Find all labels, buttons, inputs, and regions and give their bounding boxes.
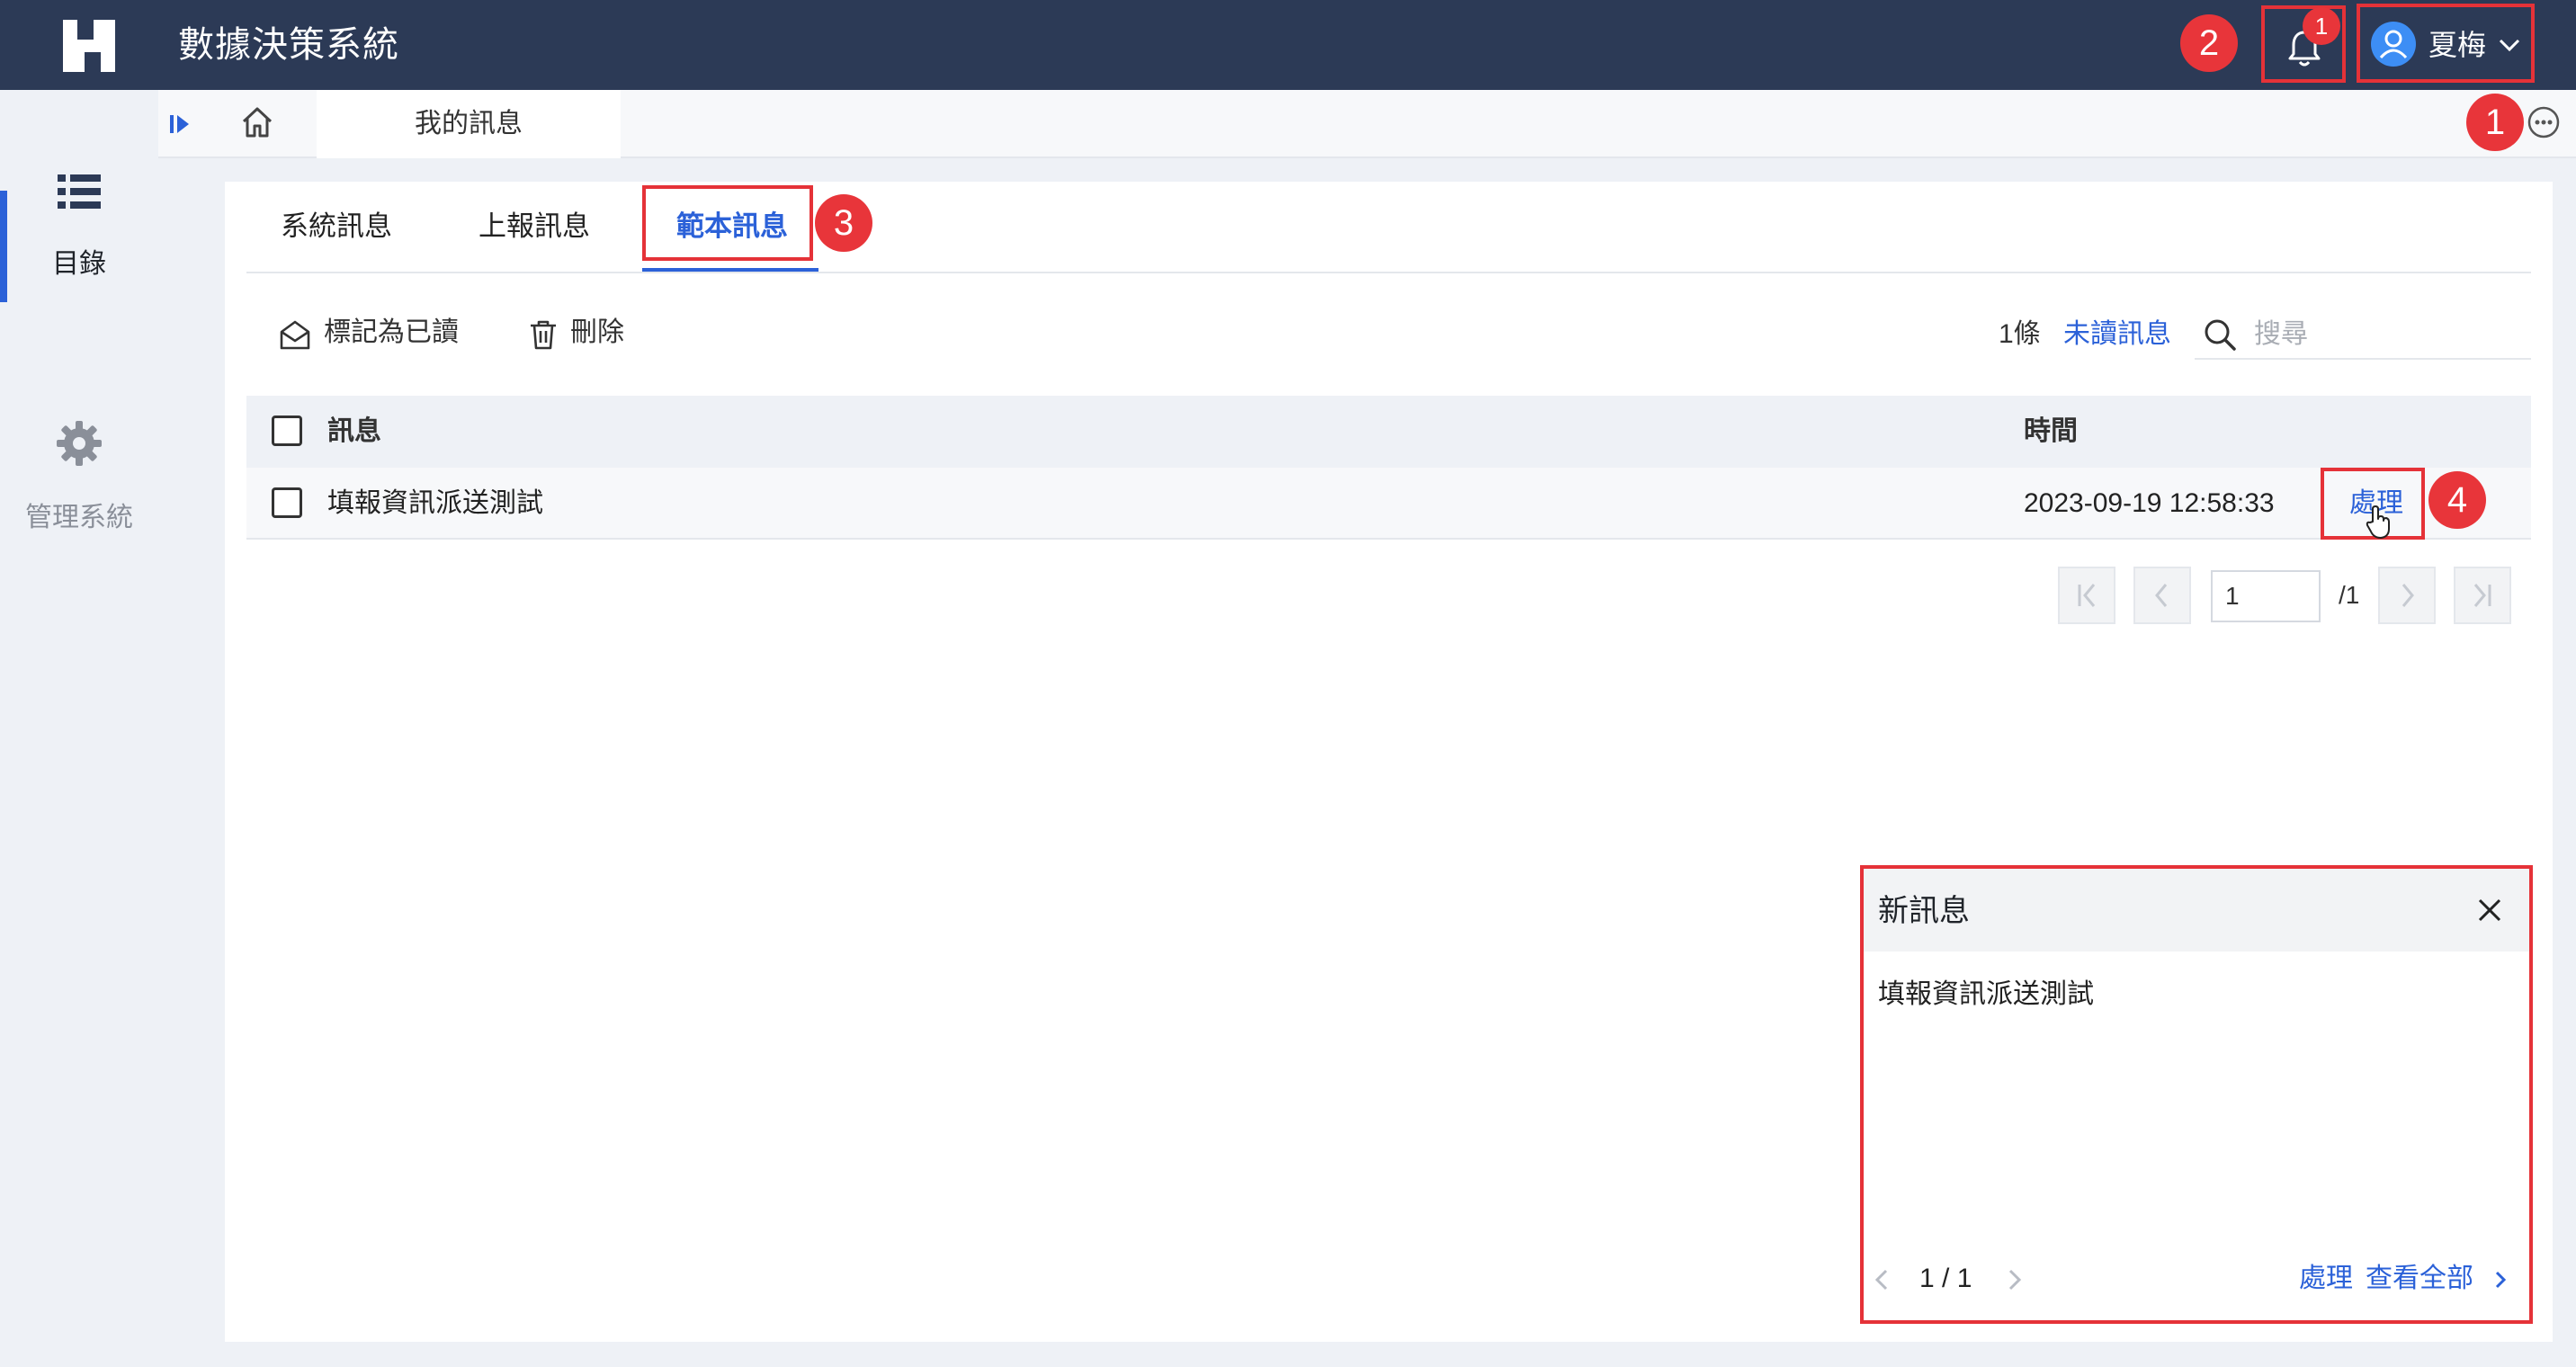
prev-page-button[interactable] [2133,567,2191,624]
close-icon[interactable] [2475,896,2504,925]
table-header [246,396,2531,468]
chevron-left-icon [2155,584,2168,607]
unread-filter-link[interactable]: 未讀訊息 [2063,315,2171,354]
tab-report-messages[interactable]: 上報訊息 [479,203,590,250]
annotation-frame-tab [642,185,813,261]
row-message[interactable]: 填報資訊派送測試 [327,486,543,522]
trash-icon [531,320,556,350]
search-icon [2205,319,2236,351]
delete-button[interactable]: 刪除 [570,311,624,354]
user-name: 夏梅 [2428,29,2487,61]
user-icon [2379,30,2408,59]
mark-read-button[interactable]: 標記為已讀 [324,311,459,354]
tab-system-messages[interactable]: 系統訊息 [281,203,392,250]
last-page-button[interactable] [2454,567,2511,624]
popup-title: 新訊息 [1878,894,1970,928]
annotation-badge-2: 2 [2180,14,2238,72]
popup-process-button[interactable]: 處理 [2299,1261,2353,1297]
annotation-badge-4: 4 [2428,471,2486,529]
app-logo[interactable] [58,16,121,76]
avatar [2371,22,2416,67]
expand-sidebar-icon[interactable] [167,110,196,138]
search-placeholder: 搜尋 [2254,319,2308,349]
popup-page-indicator: 1 / 1 [1919,1264,1972,1293]
chevron-right-icon[interactable] [2000,1266,2027,1293]
sidebar-item-label: 管理系統 [25,503,133,532]
first-page-button[interactable] [2058,567,2115,624]
select-all-checkbox[interactable] [272,415,302,446]
first-page-icon [2078,584,2096,607]
sidebar-item-catalog[interactable]: 目錄 [0,171,158,282]
chevron-left-icon[interactable] [1869,1266,1896,1293]
hand-cursor-icon [2366,505,2390,539]
annotation-badge-1: 1 [2466,94,2524,151]
column-header-message: 訊息 [327,416,381,446]
annotation-badge-3: 3 [815,194,872,252]
column-header-time: 時間 [2024,416,2078,446]
search-input[interactable] [2195,311,2531,360]
chevron-down-icon [2499,39,2520,52]
tabs-divider [246,272,2531,273]
page-total: /1 [2339,581,2360,609]
list-icon [58,174,101,209]
row-checkbox[interactable] [272,487,302,518]
popup-message[interactable]: 填報資訊派送測試 [1878,977,2094,1013]
chevron-right-icon [2402,584,2414,607]
home-icon[interactable] [239,104,275,140]
more-options-icon[interactable] [2526,104,2562,140]
tab-my-messages[interactable]: 我的訊息 [317,90,621,158]
sidebar-item-label: 目錄 [52,249,106,279]
sidebar-item-admin[interactable]: 管理系統 [0,419,158,536]
page-number-input[interactable]: 1 [2211,570,2321,622]
popup-view-all-button[interactable]: 查看全部 [2366,1261,2473,1297]
app-title: 數據決策系統 [178,25,399,65]
chevron-right-icon[interactable] [2490,1266,2511,1293]
row-time: 2023-09-19 12:58:33 [2024,488,2275,518]
next-page-button[interactable] [2378,567,2436,624]
mail-open-icon [280,320,310,350]
notification-count-badge: 1 [2303,7,2340,45]
message-count: 1條 [1999,319,2041,349]
last-page-icon [2473,584,2491,607]
gear-icon [57,421,102,466]
